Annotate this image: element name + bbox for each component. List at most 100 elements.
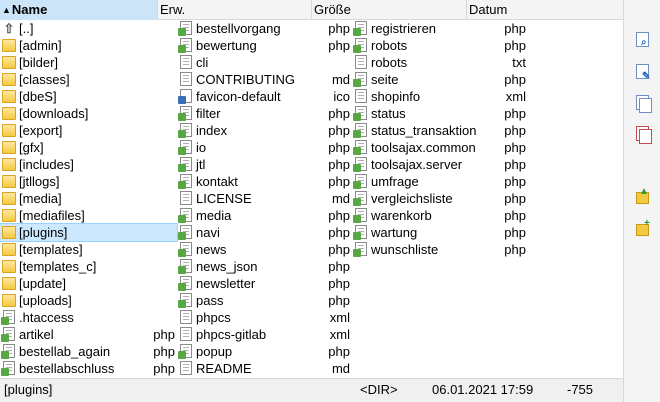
file-name: [gfx] (19, 140, 44, 155)
file-list-item[interactable]: wunschliste php (352, 241, 530, 258)
file-list-item[interactable]: [jtllogs] (0, 173, 177, 190)
parent-dir-icon: ⇧ (3, 21, 15, 36)
file-list-item[interactable]: [includes] (0, 156, 177, 173)
file-list-item[interactable]: CONTRIBUTING md (177, 71, 352, 88)
file-list-item[interactable]: navi php (177, 224, 352, 241)
folder-icon (1, 38, 17, 53)
file-list-item[interactable]: ⇧ [..] (0, 20, 177, 37)
file-list-item[interactable]: warenkorb php (352, 207, 530, 224)
file-list-item[interactable]: [templates] (0, 241, 177, 258)
file-extension: php (328, 174, 350, 189)
file-list-item[interactable]: filter php (177, 105, 352, 122)
new-folder-icon[interactable]: + (633, 219, 653, 239)
file-list-item[interactable]: artikel php (0, 326, 177, 343)
edit-file-icon[interactable]: ✎ (633, 62, 653, 82)
php-file-icon (353, 38, 369, 53)
file-extension: php (504, 140, 526, 155)
file-extension: php (504, 123, 526, 138)
file-list-item[interactable]: [dbeS] (0, 88, 177, 105)
name-column-header[interactable]: ▲Name (0, 0, 158, 20)
move-file-icon[interactable] (633, 124, 653, 144)
file-list-item[interactable]: popup php (177, 343, 352, 360)
file-name: popup (196, 344, 233, 359)
file-extension: php (504, 191, 526, 206)
file-list-item[interactable]: [bilder] (0, 54, 177, 71)
php-file-icon (353, 21, 369, 36)
file-list-item[interactable]: robots php (352, 37, 530, 54)
file-list-item[interactable]: .htaccess (0, 309, 177, 326)
file-list-item[interactable]: kontakt php (177, 173, 352, 190)
file-list-item[interactable]: favicon-default ico (177, 88, 352, 105)
file-list-item[interactable]: [downloads] (0, 105, 177, 122)
file-list-item[interactable]: umfrage php (352, 173, 530, 190)
view-file-icon[interactable]: ⌕ (633, 30, 653, 50)
file-list-item[interactable]: bestellvorgang php (177, 20, 352, 37)
file-list-item[interactable]: toolsajax.server php (352, 156, 530, 173)
file-extension: php (328, 106, 350, 121)
file-list-item[interactable]: LICENSE md (177, 190, 352, 207)
folder-icon (1, 140, 17, 155)
file-name: registrieren (371, 21, 437, 36)
file-list-item[interactable]: [admin] (0, 37, 177, 54)
file-list-item[interactable]: registrieren php (352, 20, 530, 37)
upload-file-icon[interactable]: ▲ (633, 187, 653, 207)
file-list-item[interactable]: status php (352, 105, 530, 122)
file-name: robots (371, 55, 408, 70)
file-list-item[interactable]: seite php (352, 71, 530, 88)
php-file-icon (353, 242, 369, 257)
file-list-item[interactable]: README md (177, 360, 352, 377)
date-column-header[interactable]: Datum (467, 0, 623, 20)
file-list-item[interactable]: [plugins] (0, 223, 178, 242)
file-name: cli (196, 55, 209, 70)
file-list-item[interactable]: phpcs-gitlab xml (177, 326, 352, 343)
file-list-item[interactable]: news_json php (177, 258, 352, 275)
file-list-item[interactable]: [update] (0, 275, 177, 292)
file-list-item[interactable]: newsletter php (177, 275, 352, 292)
file-name: [update] (19, 276, 66, 291)
file-list-item[interactable]: [mediafiles] (0, 207, 177, 224)
file-list-item[interactable]: pass php (177, 292, 352, 309)
extension-column-header[interactable]: Erw. (158, 0, 312, 20)
status-size: <DIR> (360, 382, 398, 397)
php-file-icon (1, 327, 17, 342)
file-icon (178, 55, 194, 70)
file-list-item[interactable]: [media] (0, 190, 177, 207)
file-list-item[interactable]: bewertung php (177, 37, 352, 54)
file-list-item[interactable]: media php (177, 207, 352, 224)
file-list-item[interactable]: cli (177, 54, 352, 71)
file-name: kontakt (196, 174, 238, 189)
file-extension: xml (505, 89, 526, 104)
file-list-item[interactable]: bestellabschluss php (0, 360, 177, 377)
file-list-item[interactable]: news php (177, 241, 352, 258)
file-name: [templates] (19, 242, 83, 257)
file-panel-window: ▲Name Erw. Größe Datum ⇧ [..] [admin] [bild… (0, 0, 660, 402)
file-list-item[interactable]: jtl php (177, 156, 352, 173)
file-name: favicon-default (196, 89, 281, 104)
folder-icon (1, 123, 17, 138)
status-selected-name: [plugins] (4, 382, 53, 397)
file-list-item[interactable]: [export] (0, 122, 177, 139)
file-list-item[interactable]: index php (177, 122, 352, 139)
file-name: robots (371, 38, 408, 53)
xml-file-icon (178, 310, 194, 325)
file-list-item[interactable]: bestellab_again php (0, 343, 177, 360)
file-name: [uploads] (19, 293, 72, 308)
folder-icon (1, 208, 17, 223)
file-list-item[interactable]: [templates_c] (0, 258, 177, 275)
file-list-item[interactable]: [gfx] (0, 139, 177, 156)
file-list-item[interactable]: robots txt (352, 54, 530, 71)
file-extension: php (504, 21, 526, 36)
file-list-item[interactable]: shopinfo xml (352, 88, 530, 105)
copy-file-icon[interactable] (633, 93, 653, 113)
file-list-item[interactable]: toolsajax.common php (352, 139, 530, 156)
file-list-item[interactable]: status_transaktion php (352, 122, 530, 139)
file-list-item[interactable]: vergleichsliste php (352, 190, 530, 207)
file-list-item[interactable]: wartung php (352, 224, 530, 241)
file-extension: php (153, 327, 175, 342)
size-column-header[interactable]: Größe (312, 0, 467, 20)
file-list-item[interactable]: io php (177, 139, 352, 156)
file-list-item[interactable]: [uploads] (0, 292, 177, 309)
file-list-item[interactable]: [classes] (0, 71, 177, 88)
php-file-icon (353, 208, 369, 223)
file-list-item[interactable]: phpcs xml (177, 309, 352, 326)
